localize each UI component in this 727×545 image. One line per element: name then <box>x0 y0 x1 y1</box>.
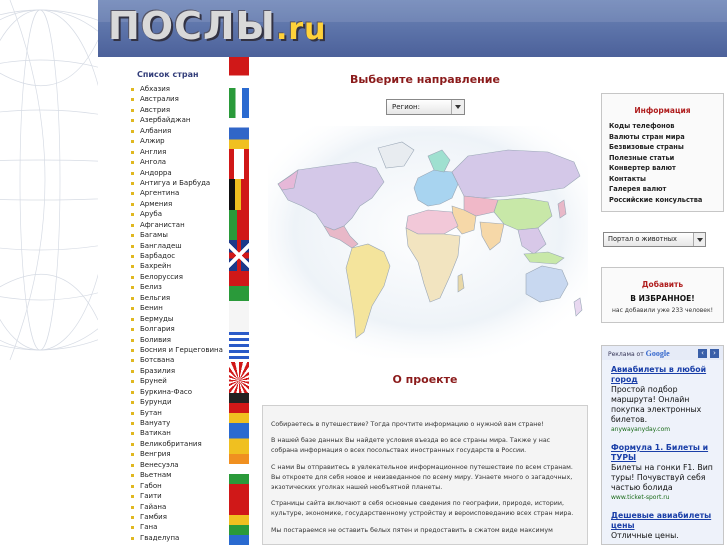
country-link[interactable]: Бруней <box>130 376 228 386</box>
info-link-articles[interactable]: Полезные статьи <box>609 153 723 164</box>
info-link-phone-codes[interactable]: Коды телефонов <box>609 121 723 132</box>
country-link[interactable]: Габон <box>130 481 228 491</box>
country-link[interactable]: Бельгия <box>130 293 228 303</box>
country-link[interactable]: Ангола <box>130 157 228 167</box>
page-title: Выберите направление <box>350 73 500 86</box>
country-link[interactable]: Англия <box>130 147 228 157</box>
country-link[interactable]: Барбадос <box>130 251 228 261</box>
country-link[interactable]: Бермуды <box>130 314 228 324</box>
country-link[interactable]: Армения <box>130 199 228 209</box>
globe-lines-icon <box>0 0 98 361</box>
country-link[interactable]: Буркина-Фасо <box>130 387 228 397</box>
country-link[interactable]: Бангладеш <box>130 241 228 251</box>
country-link[interactable]: Багамы <box>130 230 228 240</box>
next-arrow-icon[interactable]: › <box>710 349 719 358</box>
add-favorite-link[interactable]: Добавить <box>602 280 723 289</box>
info-link-converter[interactable]: Конвертер валют <box>609 163 723 174</box>
country-link[interactable]: Великобритания <box>130 439 228 449</box>
country-link[interactable]: Венесуэла <box>130 460 228 470</box>
country-link[interactable]: Антигуа и Барбуда <box>130 178 228 188</box>
ads-block: Реклама от Google ‹ › Авиабилеты в любой… <box>601 345 724 545</box>
country-link[interactable]: Ватикан <box>130 428 228 438</box>
country-link[interactable]: Австрия <box>130 105 228 115</box>
chevron-down-icon <box>451 100 464 114</box>
country-link[interactable]: Афганистан <box>130 220 228 230</box>
country-link[interactable]: Бахрейн <box>130 261 228 271</box>
country-link[interactable]: Ботсвана <box>130 355 228 365</box>
country-link[interactable]: Белоруссия <box>130 272 228 282</box>
country-link[interactable]: Абхазия <box>130 84 228 94</box>
info-title: Информация <box>634 106 691 115</box>
favorites-box[interactable]: Добавить В ИЗБРАННОЕ! нас добавили уже 2… <box>601 267 724 323</box>
google-logo: Google <box>645 349 670 358</box>
site-logo[interactable]: ПОСЛЫ.ru <box>108 4 327 52</box>
country-link[interactable]: Боливия <box>130 335 228 345</box>
country-link[interactable]: Гаити <box>130 491 228 501</box>
country-link[interactable]: Бразилия <box>130 366 228 376</box>
site-header: ПОСЛЫ.ru <box>98 0 727 57</box>
country-link[interactable]: Босния и Герцеговина <box>130 345 228 355</box>
country-link[interactable]: Австралия <box>130 94 228 104</box>
info-link-gallery[interactable]: Галерея валют <box>609 184 723 195</box>
country-link[interactable]: Бенин <box>130 303 228 313</box>
about-paragraph: Мы постараемся не оставить белых пятен и… <box>271 526 553 534</box>
country-link[interactable]: Гваделупа <box>130 533 228 543</box>
chevron-down-icon <box>693 233 705 246</box>
country-link[interactable]: Вануату <box>130 418 228 428</box>
country-link[interactable]: Вьетнам <box>130 470 228 480</box>
about-paragraph: Страницы сайта включают в себя основные … <box>271 500 574 518</box>
info-link-visa-free[interactable]: Безвизовые страны <box>609 142 723 153</box>
country-link[interactable]: Гана <box>130 522 228 532</box>
country-link[interactable]: Азербайджан <box>130 115 228 125</box>
country-link[interactable]: Андорра <box>130 168 228 178</box>
region-select[interactable]: Регион: <box>386 99 465 115</box>
about-box: Собираетесь в путешествие? Тогда прочтит… <box>262 405 588 545</box>
info-box: Информация Коды телефонов Валюты стран м… <box>601 93 724 212</box>
ad-item[interactable]: Формула 1. Билеты и ТУРЫ Билеты на гонки… <box>602 438 723 506</box>
country-list-title: Список стран <box>137 70 199 79</box>
about-paragraph: Собираетесь в путешествие? Тогда прочтит… <box>271 421 544 428</box>
country-link[interactable]: Гамбия <box>130 512 228 522</box>
world-map[interactable] <box>268 126 588 358</box>
about-paragraph: В нашей базе данных Вы найдете условия в… <box>271 437 551 455</box>
country-list: Список стран Абхазия Австралия Австрия Азер… <box>130 70 228 543</box>
country-link[interactable]: Аргентина <box>130 188 228 198</box>
country-link[interactable]: Бурунди <box>130 397 228 407</box>
country-link[interactable]: Гайана <box>130 502 228 512</box>
info-link-consulates[interactable]: Российские консульства <box>609 195 723 206</box>
about-title: О проекте <box>392 373 458 386</box>
country-link[interactable]: Алжир <box>130 136 228 146</box>
portal-select[interactable]: Портал о животных <box>603 232 706 247</box>
prev-arrow-icon[interactable]: ‹ <box>698 349 707 358</box>
country-link[interactable]: Болгария <box>130 324 228 334</box>
favorite-label: В ИЗБРАННОЕ! <box>630 294 695 303</box>
info-link-contacts[interactable]: Контакты <box>609 174 723 185</box>
country-link[interactable]: Албания <box>130 126 228 136</box>
ad-item[interactable]: Авиабилеты в любой город Простой подбор … <box>602 360 723 438</box>
globe-decoration <box>0 0 98 545</box>
favorite-count: нас добавили уже 233 человек! <box>612 307 713 314</box>
country-link[interactable]: Аруба <box>130 209 228 219</box>
info-link-currencies[interactable]: Валюты стран мира <box>609 132 723 143</box>
country-link[interactable]: Венгрия <box>130 449 228 459</box>
country-link[interactable]: Белиз <box>130 282 228 292</box>
about-paragraph: С нами Вы отправитесь в увлекательное ин… <box>271 463 573 492</box>
country-link[interactable]: Бутан <box>130 408 228 418</box>
ads-header: Реклама от Google ‹ › <box>602 346 723 360</box>
ad-item[interactable]: Дешевые авиабилеты цены Отличные цены. <box>602 506 723 544</box>
flags-strip <box>229 57 249 545</box>
